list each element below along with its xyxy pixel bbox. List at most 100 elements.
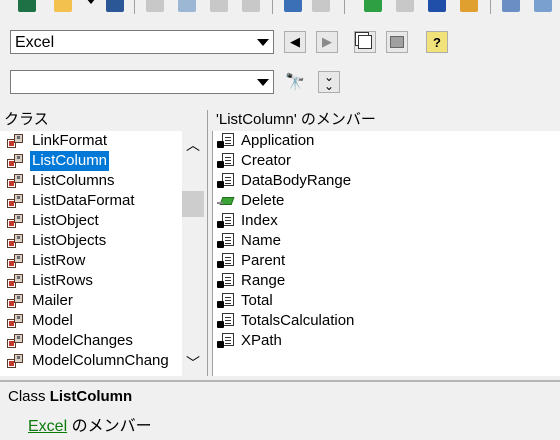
class-list-item[interactable]: ListColumn xyxy=(6,151,182,171)
copy-icon[interactable] xyxy=(178,0,196,12)
class-label: ModelColumnChang xyxy=(32,352,169,369)
member-list-item[interactable]: TotalsCalculation xyxy=(217,311,517,331)
class-list-item[interactable]: ListDataFormat xyxy=(6,191,182,211)
arrow-right-icon: ▶ xyxy=(322,34,332,49)
chevron-down-icon[interactable] xyxy=(254,74,271,91)
member-list-item[interactable]: Total xyxy=(217,291,517,311)
class-list-item[interactable]: ModelColumnChang xyxy=(6,351,182,371)
search-input[interactable] xyxy=(10,70,274,94)
next-button[interactable]: ▶ xyxy=(316,31,338,53)
members-list[interactable]: Application Creator DataBodyRange Delete Ind… xyxy=(212,131,560,376)
previous-button[interactable]: ◀ xyxy=(284,31,306,53)
property-icon xyxy=(217,253,235,269)
details-title: Class ListColumn xyxy=(8,388,132,405)
details-prefix: Class xyxy=(8,388,46,405)
member-list-item[interactable]: XPath xyxy=(217,331,517,351)
member-label: Total xyxy=(241,292,273,309)
excel-icon[interactable] xyxy=(18,0,36,12)
undo-icon[interactable] xyxy=(284,0,302,12)
property-icon xyxy=(217,173,235,189)
member-list-item[interactable]: Index xyxy=(217,211,517,231)
property-icon xyxy=(217,233,235,249)
member-label: Parent xyxy=(241,252,286,269)
cut-icon[interactable] xyxy=(146,0,164,12)
class-list-item[interactable]: ModelChanges xyxy=(6,331,182,351)
class-icon xyxy=(6,353,24,369)
details-class-name: ListColumn xyxy=(49,388,133,405)
run-icon[interactable] xyxy=(364,0,382,12)
class-icon xyxy=(6,213,24,229)
project-explorer-icon[interactable] xyxy=(502,0,520,12)
member-list-item[interactable]: Creator xyxy=(217,151,517,171)
chevron-down-icon[interactable] xyxy=(254,34,271,51)
class-label: Mailer xyxy=(32,292,73,309)
class-icon xyxy=(6,233,24,249)
class-icon xyxy=(6,133,24,149)
class-list-item[interactable]: ListObjects xyxy=(6,231,182,251)
details-membership: Excel のメンバー xyxy=(28,412,152,436)
property-icon xyxy=(217,313,235,329)
classes-scrollbar[interactable]: ︿ ﹀ xyxy=(182,131,206,376)
paste-icon[interactable] xyxy=(210,0,228,12)
class-label: ListRows xyxy=(32,272,93,289)
class-list-item[interactable]: Model xyxy=(6,311,182,331)
redo-icon[interactable] xyxy=(312,0,330,12)
member-of-text: のメンバー xyxy=(71,418,152,435)
class-icon xyxy=(6,193,24,209)
toolbar-separator xyxy=(134,0,135,14)
class-label: ListRow xyxy=(32,252,86,269)
find-icon[interactable] xyxy=(242,0,260,12)
class-label: ListObjects xyxy=(32,232,107,249)
class-icon xyxy=(6,333,24,349)
member-list-item[interactable]: Delete xyxy=(217,191,517,211)
member-list-item[interactable]: Parent xyxy=(217,251,517,271)
binoculars-icon: 🔭 xyxy=(285,74,305,91)
class-list-item[interactable]: ListColumns xyxy=(6,171,182,191)
help-button[interactable]: ? xyxy=(426,31,448,53)
class-list-item[interactable]: LinkFormat xyxy=(6,131,182,151)
member-list-item[interactable]: Application xyxy=(217,131,517,151)
class-label: LinkFormat xyxy=(32,132,108,149)
class-list-item[interactable]: ListObject xyxy=(6,211,182,231)
reset-icon[interactable] xyxy=(428,0,446,12)
member-label: Range xyxy=(241,272,286,289)
class-icon xyxy=(6,153,24,169)
dropdown-icon[interactable] xyxy=(86,0,96,8)
userform-icon[interactable] xyxy=(54,0,72,12)
copy-to-clipboard-button[interactable] xyxy=(354,31,376,53)
library-combo[interactable]: Excel xyxy=(10,30,274,54)
search-button[interactable]: 🔭 xyxy=(284,71,306,93)
class-list-item[interactable]: Mailer xyxy=(6,291,182,311)
library-link[interactable]: Excel xyxy=(28,418,67,435)
library-combo-value: Excel xyxy=(15,34,55,51)
show-hide-results-button[interactable]: ⌄ ⌄ xyxy=(318,71,340,93)
scroll-up-button[interactable]: ︿ xyxy=(182,135,204,155)
double-chevron-icon: ⌄ ⌄ xyxy=(323,70,335,93)
break-icon[interactable] xyxy=(396,0,414,12)
save-icon[interactable] xyxy=(106,0,124,12)
toolbar xyxy=(0,0,560,20)
class-list-item[interactable]: ListRow xyxy=(6,251,182,271)
scroll-down-button[interactable]: ﹀ xyxy=(182,353,204,373)
properties-icon[interactable] xyxy=(534,0,552,12)
class-icon xyxy=(6,273,24,289)
help-icon: ? xyxy=(433,34,441,50)
classes-header: クラス xyxy=(0,110,207,130)
class-list-item[interactable]: ListRows xyxy=(6,271,182,291)
chevron-up-icon: ︿ xyxy=(186,137,200,153)
member-list-item[interactable]: Range xyxy=(217,271,517,291)
design-mode-icon[interactable] xyxy=(460,0,478,12)
member-list-item[interactable]: Name xyxy=(217,231,517,251)
details-pane: Class ListColumn Excel のメンバー xyxy=(0,380,560,440)
member-label: DataBodyRange xyxy=(241,172,352,189)
member-list-item[interactable]: DataBodyRange xyxy=(217,171,517,191)
class-label: ListColumn xyxy=(30,151,110,171)
classes-list[interactable]: LinkFormat ListColumn ListColumns ListDataF… xyxy=(0,131,182,376)
toolbar-separator xyxy=(344,0,345,14)
copy-icon xyxy=(358,35,372,49)
property-icon xyxy=(217,293,235,309)
class-icon xyxy=(6,313,24,329)
member-label: Index xyxy=(241,212,278,229)
scrollbar-thumb[interactable] xyxy=(182,191,204,217)
view-definition-button[interactable] xyxy=(386,31,408,53)
